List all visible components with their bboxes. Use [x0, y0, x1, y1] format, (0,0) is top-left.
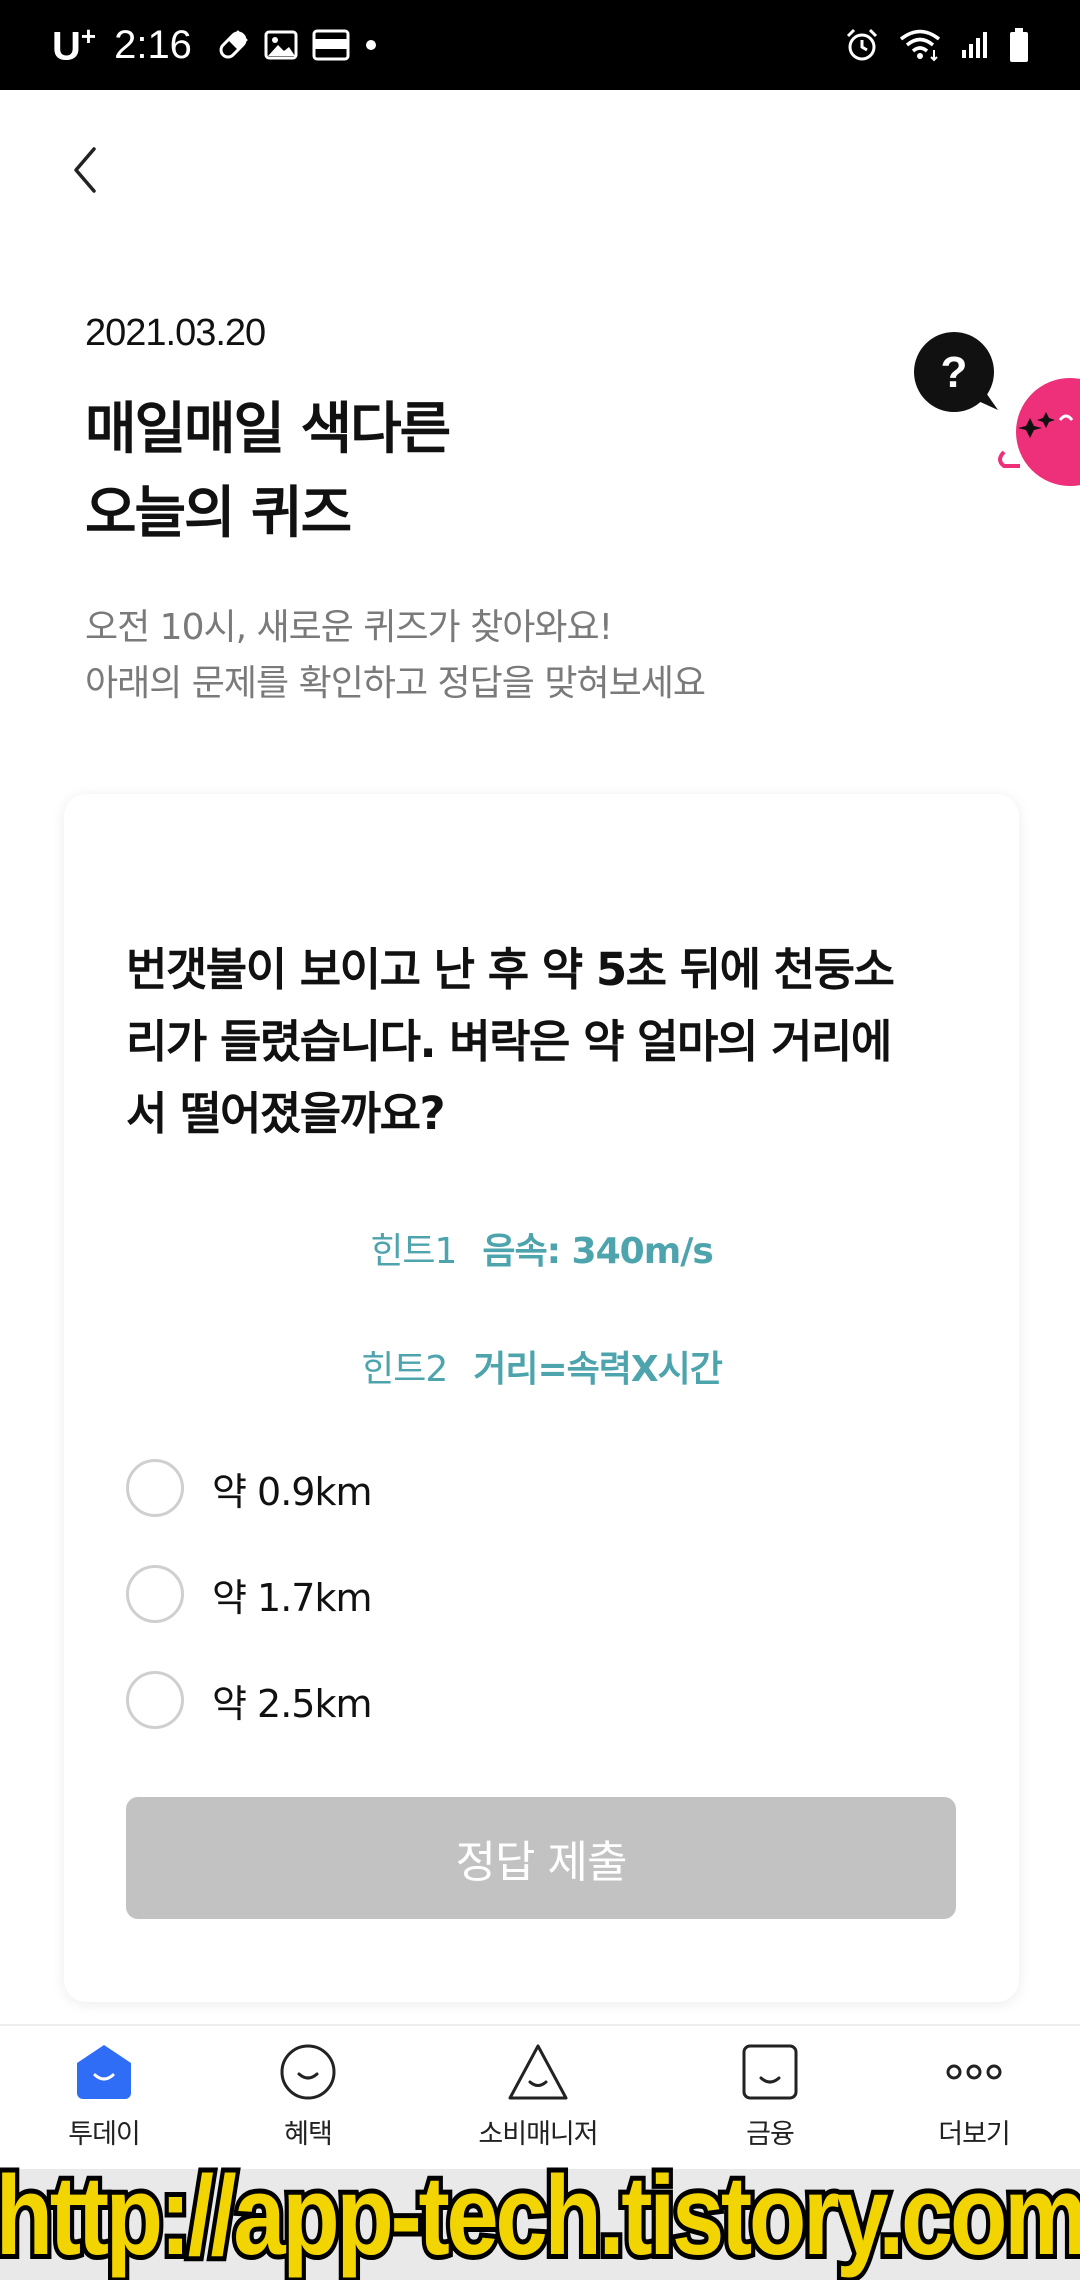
quiz-mascot-illustration: ? — [900, 320, 1080, 500]
answer-option-label: 약 1.7km — [212, 1575, 372, 1620]
svg-text:?: ? — [941, 348, 968, 397]
nav-item-today[interactable]: 투데이 — [24, 2040, 184, 2165]
square-smile-icon — [738, 2040, 802, 2104]
answer-option-3[interactable]: 약 2.5km — [126, 1668, 372, 1732]
status-bar: U+ 2:16 — [0, 0, 1080, 90]
hint-label: 힌트2 — [361, 1349, 448, 1390]
answer-option-1[interactable]: 약 0.9km — [126, 1456, 372, 1520]
radio-button[interactable] — [126, 1565, 184, 1623]
hint-1: 힌트1 음속: 340m/s — [64, 1222, 1019, 1274]
nav-label: 금융 — [746, 2119, 795, 2150]
nav-label: 소비매니저 — [478, 2119, 598, 2150]
notification-dot-icon — [364, 38, 378, 52]
radio-button[interactable] — [126, 1459, 184, 1517]
chevron-left-icon — [74, 147, 96, 193]
nav-item-more[interactable]: 더보기 — [894, 2040, 1054, 2165]
hint-2: 힌트2 거리=속력X시간 — [64, 1340, 1019, 1392]
triangle-smile-icon — [506, 2040, 570, 2104]
gallery-icon — [264, 30, 298, 60]
today-icon — [72, 2040, 136, 2104]
page-title-line: 매일매일 색다른 — [85, 397, 451, 462]
battery-icon — [1008, 27, 1030, 63]
nav-item-benefit[interactable]: 혜택 — [228, 2040, 388, 2165]
submit-answer-button[interactable]: 정답 제출 — [126, 1797, 956, 1919]
pink-character-icon — [998, 378, 1080, 486]
quiz-question-line: 리가 들렸습니다. 벼락은 약 얼마의 거리에 — [126, 1015, 892, 1068]
back-button[interactable] — [60, 140, 110, 200]
nav-label: 더보기 — [938, 2119, 1011, 2150]
smile-circle-icon — [276, 2040, 340, 2104]
nav-label: 혜택 — [284, 2119, 333, 2150]
quiz-date: 2021.03.20 — [85, 312, 266, 354]
hint-text: 음속: 340m/s — [482, 1231, 713, 1272]
page-subtitle-line: 아래의 문제를 확인하고 정답을 맞혀보세요 — [85, 663, 706, 704]
nav-item-spending-manager[interactable]: 소비매니저 — [458, 2040, 618, 2165]
quiz-question-line: 서 떨어졌을까요? — [126, 1087, 446, 1140]
quiz-card: 번갯불이 보이고 난 후 약 5초 뒤에 천둥소 리가 들렸습니다. 벼락은 약… — [64, 794, 1019, 2002]
alarm-icon — [844, 27, 880, 63]
quiz-question: 번갯불이 보이고 난 후 약 5초 뒤에 천둥소 리가 들렸습니다. 벼락은 약… — [126, 934, 966, 1150]
signal-icon — [960, 30, 990, 60]
watermark-text: http://app-tech.tistory.com — [0, 2148, 1080, 2280]
bottom-navigation: 투데이 혜택 소비매니저 금융 더보기 — [0, 2024, 1080, 2171]
hint-text: 거리=속력X시간 — [473, 1349, 723, 1390]
carrier-label: U+ — [52, 20, 97, 69]
more-dots-icon — [942, 2040, 1006, 2104]
page-subtitle-line: 오전 10시, 새로운 퀴즈가 찾아와요! — [85, 607, 613, 648]
status-time: 2:16 — [114, 22, 192, 67]
pill-icon — [216, 28, 250, 62]
answer-option-label: 약 2.5km — [212, 1681, 372, 1726]
wifi-icon — [898, 28, 942, 62]
question-bubble-icon: ? — [914, 332, 998, 412]
quiz-question-line: 번갯불이 보이고 난 후 약 5초 뒤에 천둥소 — [126, 943, 895, 996]
payco-icon — [312, 29, 350, 61]
page-title-line: 오늘의 퀴즈 — [85, 481, 352, 546]
radio-button[interactable] — [126, 1671, 184, 1729]
page-subtitle: 오전 10시, 새로운 퀴즈가 찾아와요! 아래의 문제를 확인하고 정답을 맞… — [85, 600, 706, 712]
nav-label: 투데이 — [68, 2119, 141, 2150]
answer-option-label: 약 0.9km — [212, 1469, 372, 1514]
page-title: 매일매일 색다른 오늘의 퀴즈 — [85, 388, 451, 556]
nav-item-finance[interactable]: 금융 — [690, 2040, 850, 2165]
hint-label: 힌트1 — [370, 1231, 457, 1272]
answer-option-2[interactable]: 약 1.7km — [126, 1562, 372, 1626]
